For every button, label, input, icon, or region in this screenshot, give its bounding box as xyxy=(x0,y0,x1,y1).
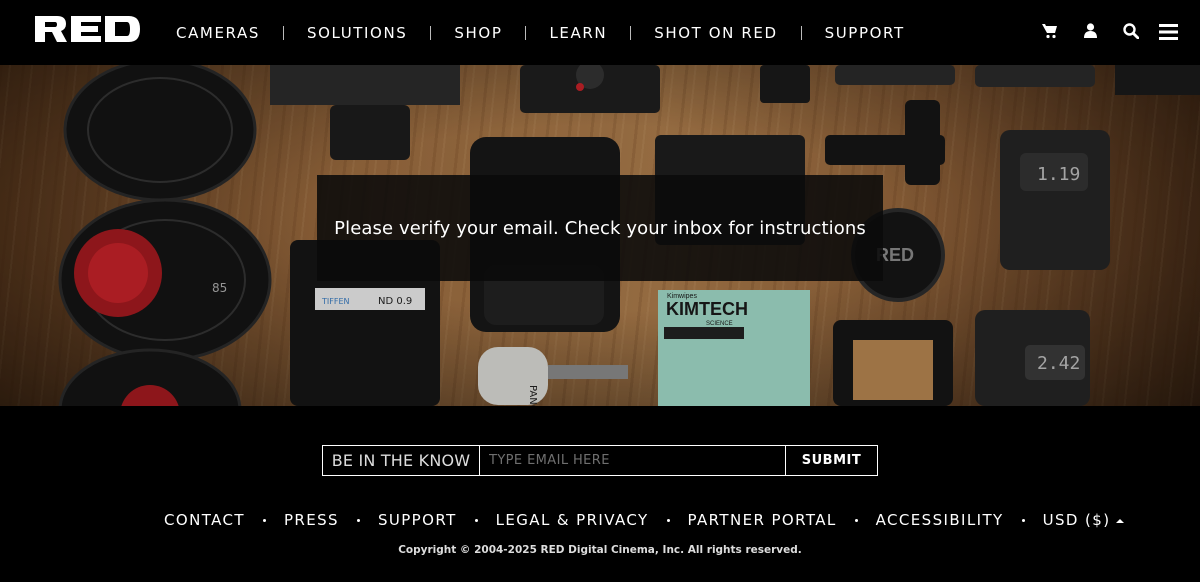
menu-icon[interactable] xyxy=(1159,24,1178,40)
nav-divider xyxy=(800,25,802,40)
copyright: Copyright © 2004-2025 RED Digital Cinema… xyxy=(398,544,802,556)
nav-shop[interactable]: SHOP xyxy=(454,24,502,42)
footer-nav: CONTACT PRESS SUPPORT LEGAL & PRIVACY PA… xyxy=(164,511,1125,529)
newsletter-form: BE IN THE KNOW SUBMIT xyxy=(322,445,878,476)
hero-image: 85 1.19 TIFFEN ND 0.9 KIMTEC xyxy=(0,65,1200,406)
footer-support[interactable]: SUPPORT xyxy=(378,511,457,529)
newsletter-label: BE IN THE KNOW xyxy=(323,446,480,475)
nav-divider xyxy=(525,25,527,40)
caret-up-icon xyxy=(1116,518,1125,523)
footer-divider xyxy=(474,518,478,522)
site-footer: BE IN THE KNOW SUBMIT CONTACT PRESS SUPP… xyxy=(0,406,1200,582)
nav-support[interactable]: SUPPORT xyxy=(825,24,905,42)
nav-learn[interactable]: LEARN xyxy=(549,24,607,42)
nav-divider xyxy=(282,25,284,40)
footer-divider xyxy=(262,518,266,522)
main-nav: CAMERAS SOLUTIONS SHOP LEARN SHOT ON RED… xyxy=(176,0,905,65)
footer-contact[interactable]: CONTACT xyxy=(164,511,245,529)
site-header: CAMERAS SOLUTIONS SHOP LEARN SHOT ON RED… xyxy=(0,0,1200,65)
currency-selector[interactable]: USD ($) xyxy=(1043,511,1125,529)
nav-cameras[interactable]: CAMERAS xyxy=(176,24,260,42)
footer-accessibility[interactable]: ACCESSIBILITY xyxy=(876,511,1004,529)
nav-divider xyxy=(630,25,632,40)
submit-button[interactable]: SUBMIT xyxy=(786,446,877,475)
search-icon[interactable] xyxy=(1123,23,1139,39)
footer-divider xyxy=(666,518,670,522)
nav-solutions[interactable]: SOLUTIONS xyxy=(307,24,407,42)
footer-divider xyxy=(356,518,360,522)
footer-press[interactable]: PRESS xyxy=(284,511,339,529)
footer-divider xyxy=(854,518,858,522)
notice-text: Please verify your email. Check your inb… xyxy=(334,217,866,239)
cart-icon[interactable] xyxy=(1042,23,1058,39)
email-input[interactable] xyxy=(480,446,786,475)
nav-shot-on-red[interactable]: SHOT ON RED xyxy=(654,24,777,42)
verify-email-notice: Please verify your email. Check your inb… xyxy=(317,175,883,281)
currency-label: USD ($) xyxy=(1042,511,1111,529)
footer-divider xyxy=(1021,518,1025,522)
footer-partner-portal[interactable]: PARTNER PORTAL xyxy=(688,511,837,529)
user-icon[interactable] xyxy=(1084,23,1097,38)
footer-legal-privacy[interactable]: LEGAL & PRIVACY xyxy=(496,511,649,529)
nav-divider xyxy=(430,25,432,40)
red-logo[interactable] xyxy=(35,16,140,42)
